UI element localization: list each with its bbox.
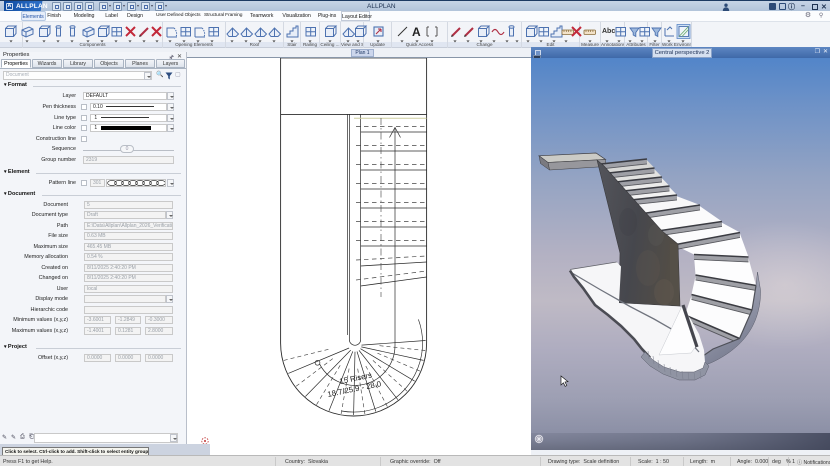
- svg-text:A: A: [412, 25, 421, 39]
- svg-text:Abc: Abc: [602, 28, 615, 35]
